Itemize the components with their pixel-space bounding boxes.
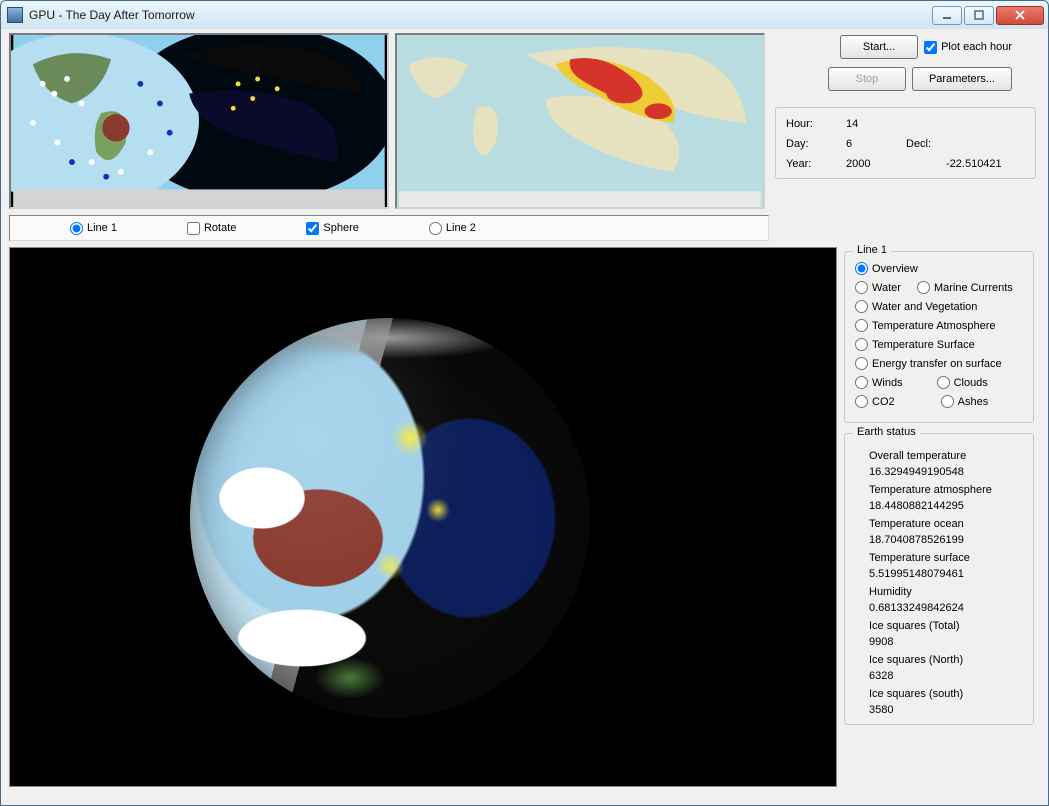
ice-total-label: Ice squares (Total)	[869, 620, 1023, 632]
side-panel: Line 1 Overview Water Marine Currents Wa…	[840, 245, 1038, 725]
temp-surf-value: 5.51995148079461	[869, 568, 1023, 580]
humidity-label: Humidity	[869, 586, 1023, 598]
year-value: 2000	[846, 158, 906, 170]
temp-ocean-label: Temperature ocean	[869, 518, 1023, 530]
opt-ashes[interactable]: Ashes	[941, 395, 989, 408]
ice-total-value: 9908	[869, 636, 1023, 648]
window-title: GPU - The Day After Tomorrow	[29, 8, 195, 22]
opt-winds[interactable]: Winds	[855, 376, 903, 389]
time-panel: Hour: 14 Day: 6 Decl: Year: 2000 -22.510…	[775, 107, 1036, 179]
start-button[interactable]: Start...	[840, 35, 918, 59]
opt-clouds[interactable]: Clouds	[937, 376, 988, 389]
ice-south-value: 3580	[869, 704, 1023, 716]
hour-value: 14	[846, 118, 906, 130]
ice-north-value: 6328	[869, 670, 1023, 682]
opt-temp-atmosphere[interactable]: Temperature Atmosphere	[855, 319, 996, 332]
decl-value: -22.510421	[946, 158, 1025, 170]
opt-marine-currents[interactable]: Marine Currents	[917, 281, 1013, 294]
opt-energy-transfer[interactable]: Energy transfer on surface	[855, 357, 1002, 370]
view-options-bar: Line 1 Rotate Sphere Line 2	[9, 215, 769, 241]
map-overview-panel	[9, 33, 389, 209]
temp-atm-value: 18.4480882144295	[869, 500, 1023, 512]
opt-overview[interactable]: Overview	[855, 262, 918, 275]
decl-label: Decl:	[906, 138, 946, 150]
window-frame: GPU - The Day After Tomorrow	[0, 0, 1049, 806]
titlebar[interactable]: GPU - The Day After Tomorrow	[1, 1, 1048, 29]
minimize-button[interactable]	[932, 6, 962, 25]
close-button[interactable]	[996, 6, 1044, 25]
view-sphere-checkbox[interactable]: Sphere	[306, 222, 358, 235]
view-line2-radio[interactable]: Line 2	[429, 222, 476, 235]
earth-status-legend: Earth status	[853, 426, 920, 438]
content-area: Start... Plot each hour Stop Parameters.…	[5, 29, 1044, 801]
ice-south-label: Ice squares (south)	[869, 688, 1023, 700]
day-label: Day:	[786, 138, 846, 150]
day-value: 6	[846, 138, 906, 150]
opt-water[interactable]: Water	[855, 281, 901, 294]
view-rotate-checkbox[interactable]: Rotate	[187, 222, 236, 235]
map-heat-panel	[395, 33, 765, 209]
earth-status-groupbox: Earth status Overall temperature 16.3294…	[844, 433, 1034, 725]
opt-temp-surface[interactable]: Temperature Surface	[855, 338, 975, 351]
opt-water-vegetation[interactable]: Water and Vegetation	[855, 300, 977, 313]
stop-button[interactable]: Stop	[828, 67, 906, 91]
temp-atm-label: Temperature atmosphere	[869, 484, 1023, 496]
plot-each-hour-checkbox[interactable]: Plot each hour	[924, 41, 1012, 54]
line1-groupbox: Line 1 Overview Water Marine Currents Wa…	[844, 251, 1034, 423]
view-line1-radio[interactable]: Line 1	[70, 222, 117, 235]
top-row: Start... Plot each hour Stop Parameters.…	[9, 33, 1040, 209]
globe-render	[190, 318, 590, 718]
overall-temp-label: Overall temperature	[869, 450, 1023, 462]
parameters-button[interactable]: Parameters...	[912, 67, 1012, 91]
app-icon	[7, 7, 23, 23]
temp-ocean-value: 18.7040878526199	[869, 534, 1023, 546]
year-label: Year:	[786, 158, 846, 170]
ice-north-label: Ice squares (North)	[869, 654, 1023, 666]
hour-label: Hour:	[786, 118, 846, 130]
plot-each-hour-input[interactable]	[924, 41, 937, 54]
opt-co2[interactable]: CO2	[855, 395, 895, 408]
right-controls: Start... Plot each hour Stop Parameters.…	[771, 33, 1040, 209]
main-3d-view[interactable]	[9, 247, 837, 787]
line1-legend: Line 1	[853, 244, 891, 256]
maximize-button[interactable]	[964, 6, 994, 25]
humidity-value: 0.68133249842624	[869, 602, 1023, 614]
temp-surf-label: Temperature surface	[869, 552, 1023, 564]
plot-each-hour-label: Plot each hour	[941, 41, 1012, 53]
overall-temp-value: 16.3294949190548	[869, 466, 1023, 478]
